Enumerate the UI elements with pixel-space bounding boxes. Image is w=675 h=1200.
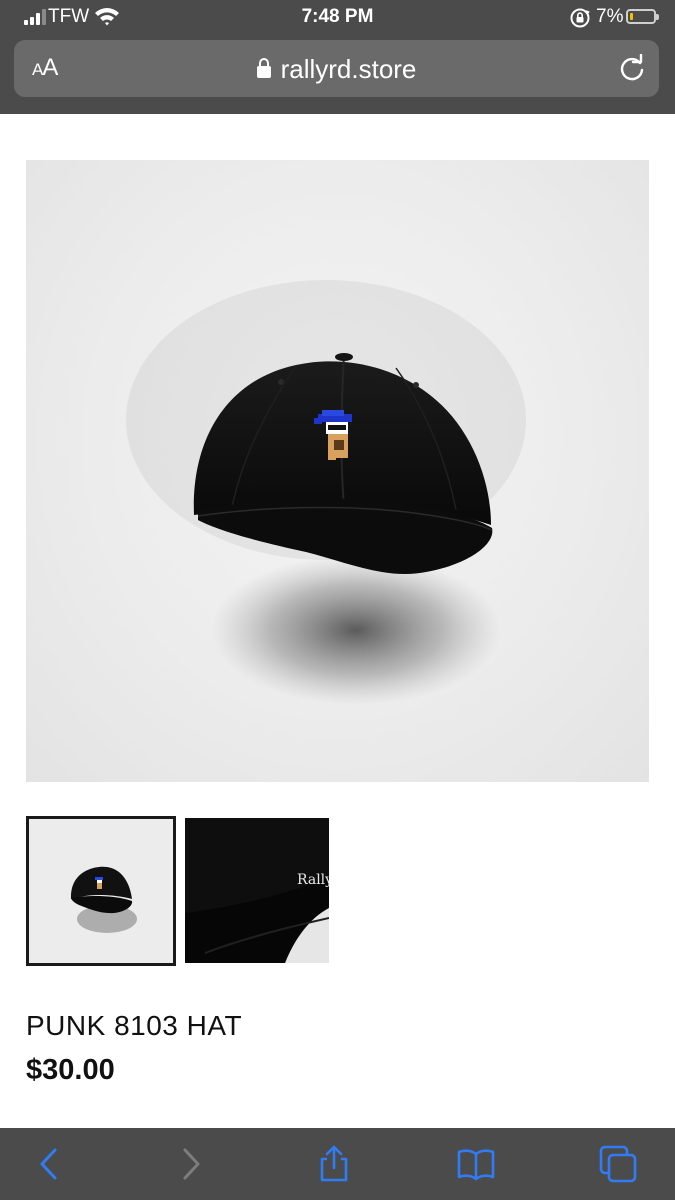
thumbnail-front[interactable] [26, 816, 176, 966]
battery-level-fill [630, 13, 633, 20]
back-icon [40, 1148, 57, 1180]
forward-icon [183, 1148, 200, 1180]
share-button[interactable] [314, 1144, 354, 1184]
url-text: rallyrd.store [280, 54, 417, 84]
forward-button[interactable] [170, 1144, 210, 1184]
thumbnail-front-image [29, 819, 173, 963]
bookmarks-icon [457, 1149, 495, 1181]
back-button[interactable] [30, 1144, 70, 1184]
browser-top-chrome: TFW 7:48 PM 7% AA rallyrd.store [0, 0, 675, 114]
browser-toolbar [0, 1128, 675, 1200]
battery-icon [626, 9, 659, 24]
product-main-image[interactable] [26, 160, 649, 782]
tabs-button[interactable] [598, 1144, 638, 1184]
battery-percent: 7% [596, 6, 624, 27]
address-bar[interactable]: AA rallyrd.store [14, 40, 659, 97]
embroidery-text: Rallyı [297, 872, 329, 888]
bookmarks-button[interactable] [456, 1144, 496, 1184]
product-title: PUNK 8103 HAT [26, 1010, 243, 1041]
share-icon [320, 1145, 348, 1182]
lock-icon [256, 58, 271, 78]
thumbnail-side[interactable]: Rallyı [185, 818, 329, 963]
thumbnail-side-image: Rallyı [185, 818, 329, 963]
product-price: $30.00 [26, 1054, 115, 1086]
url-display[interactable]: rallyrd.store [14, 54, 659, 85]
reload-icon[interactable] [618, 54, 646, 82]
tabs-icon [599, 1145, 637, 1183]
cap-photo [126, 280, 526, 705]
status-bar: TFW 7:48 PM 7% [0, 0, 675, 34]
rotation-lock-icon [570, 8, 590, 28]
